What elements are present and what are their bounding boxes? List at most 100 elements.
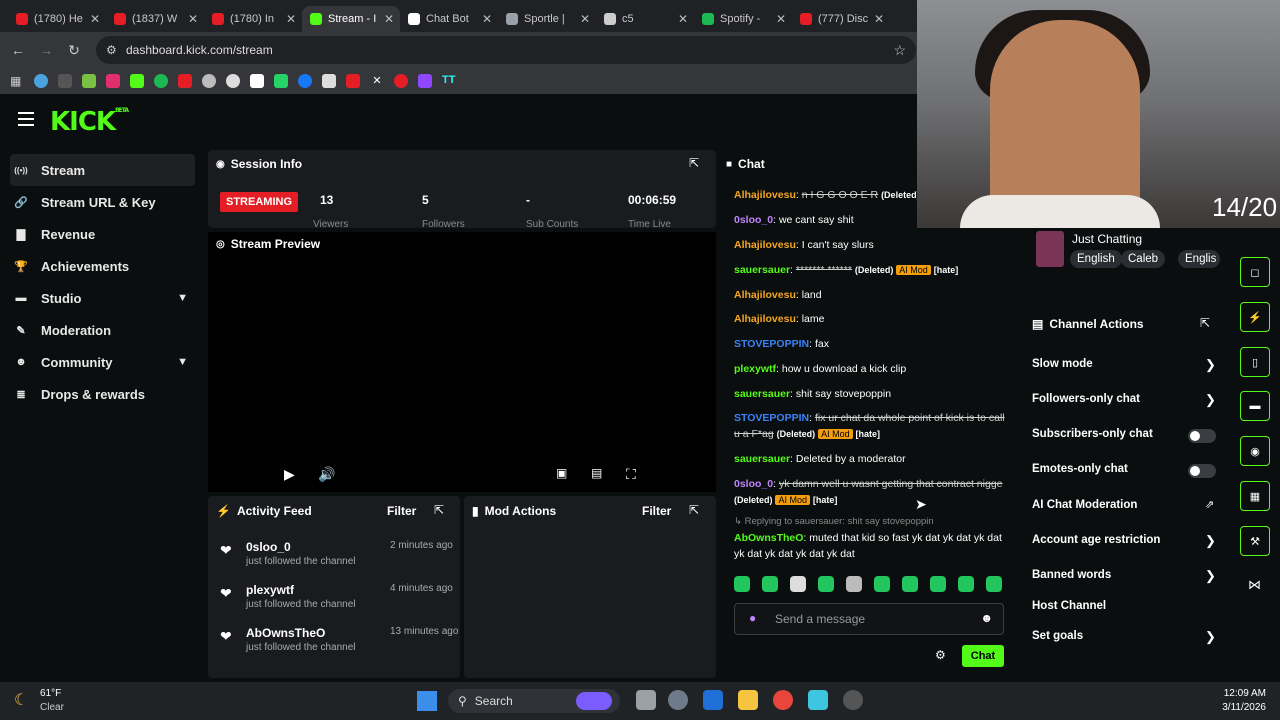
close-icon[interactable]: ✕ — [384, 12, 394, 26]
close-icon[interactable]: ✕ — [776, 12, 786, 26]
chevron-right-icon[interactable]: ❯ — [1205, 629, 1216, 645]
bookmark-icon[interactable] — [346, 74, 360, 88]
popout-icon[interactable]: ⇱ — [434, 503, 444, 517]
notes-icon[interactable]: ▯ — [1240, 347, 1270, 377]
sidebar-item-stream[interactable]: ((•)) Stream — [10, 154, 195, 186]
chat-username[interactable]: STOVEPOPPIN — [734, 412, 809, 424]
start-icon[interactable] — [417, 691, 437, 711]
share-icon[interactable]: ⋈ — [1248, 577, 1261, 593]
mic-icon[interactable]: ● — [749, 611, 756, 625]
bookmark-icon[interactable] — [178, 74, 192, 88]
bookmark-icon[interactable] — [106, 74, 120, 88]
category-tag[interactable]: Englis — [1178, 250, 1220, 268]
bookmark-icon[interactable] — [82, 74, 96, 88]
chat-username[interactable]: Alhajilovesu — [734, 189, 796, 201]
chat-username[interactable]: 0sloo_0 — [734, 478, 773, 490]
chat-username[interactable]: Alhajilovesu — [734, 313, 796, 325]
toggle-switch[interactable] — [1188, 429, 1216, 443]
emote-icon[interactable] — [930, 576, 946, 592]
notepad-icon[interactable] — [808, 690, 828, 710]
chrome-icon[interactable] — [773, 690, 793, 710]
clip-icon[interactable]: ◻ — [1240, 257, 1270, 287]
chat-message[interactable]: plexywtf: how u download a kick clip — [734, 361, 1006, 377]
kick-logo[interactable]: KICKBETA — [50, 107, 129, 137]
task-view-icon[interactable] — [636, 690, 656, 710]
category-name[interactable]: Just Chatting — [1072, 232, 1142, 246]
popout-icon[interactable]: ⇱ — [1200, 316, 1210, 330]
browser-tab[interactable]: (1780) He ✕ — [8, 6, 106, 32]
chat-icon[interactable]: ▬ — [1240, 391, 1270, 421]
channel-action-subscribers-only-chat[interactable]: Subscribers-only chat — [1032, 428, 1153, 440]
taskbar-search[interactable]: ⚲ Search — [448, 689, 620, 713]
chat-message[interactable]: 0sloo_0: yk damn well u wasnt getting th… — [734, 476, 1006, 508]
browser-tab[interactable]: Spotify - ✕ — [694, 6, 792, 32]
store-icon[interactable] — [703, 690, 723, 710]
sidebar-item-revenue[interactable]: ▇ Revenue — [0, 218, 200, 250]
broadcast-icon[interactable]: ◉ — [1240, 436, 1270, 466]
layout-icon[interactable]: ▦ — [1240, 481, 1270, 511]
browser-tab[interactable]: (1780) In ✕ — [204, 6, 302, 32]
chat-username[interactable]: Alhajilovesu — [734, 289, 796, 301]
wrench-icon[interactable]: ⚒ — [1240, 526, 1270, 556]
emoji-icon[interactable]: ☻ — [980, 611, 993, 625]
browser-tab[interactable]: (777) Disc ✕ — [792, 6, 890, 32]
volume-icon[interactable]: 🔊 — [318, 466, 335, 483]
channel-action-emotes-only-chat[interactable]: Emotes-only chat — [1032, 463, 1128, 475]
chat-message[interactable]: sauersauer: ******* ****** (Deleted) AI … — [734, 262, 1006, 278]
file-explorer-icon[interactable] — [738, 690, 758, 710]
close-icon[interactable]: ✕ — [678, 12, 688, 26]
app-icon[interactable] — [843, 690, 863, 710]
chat-message[interactable]: AbOwnsTheO: muted that kid so fast yk da… — [734, 530, 1006, 562]
sidebar-item-moderation[interactable]: ✎ Moderation — [0, 314, 200, 346]
category-tag[interactable]: English — [1070, 250, 1122, 268]
browser-tab[interactable]: Stream - I ✕ — [302, 6, 400, 32]
reload-icon[interactable]: ↻ — [60, 42, 88, 59]
chat-username[interactable]: 0sloo_0 — [734, 214, 773, 226]
bookmark-icon[interactable] — [58, 74, 72, 88]
send-chat-button[interactable]: Chat — [962, 645, 1004, 667]
close-icon[interactable]: ✕ — [874, 12, 884, 26]
channel-action-followers-only-chat[interactable]: Followers-only chat — [1032, 393, 1140, 405]
channel-action-slow-mode[interactable]: Slow mode — [1032, 358, 1093, 370]
browser-tab[interactable]: (1837) W ✕ — [106, 6, 204, 32]
toggle-switch[interactable] — [1188, 464, 1216, 478]
chat-username[interactable]: STOVEPOPPIN — [734, 338, 809, 350]
settings-app-icon[interactable] — [668, 690, 688, 710]
emote-icon[interactable] — [986, 576, 1002, 592]
chat-username[interactable]: sauersauer — [734, 453, 790, 465]
channel-action-set-goals[interactable]: Set goals — [1032, 630, 1083, 642]
close-icon[interactable]: ✕ — [90, 12, 100, 26]
play-icon[interactable]: ▶ — [284, 466, 295, 483]
bookmark-star-icon[interactable]: ☆ — [893, 42, 906, 59]
chat-username[interactable]: AbOwnsTheO — [734, 532, 803, 544]
chevron-right-icon[interactable]: ❯ — [1205, 568, 1216, 584]
bookmark-icon[interactable] — [394, 74, 408, 88]
chat-username[interactable]: Alhajilovesu — [734, 239, 796, 251]
chevron-right-icon[interactable]: ❯ — [1205, 533, 1216, 549]
sidebar-item-achievements[interactable]: 🏆 Achievements — [0, 250, 200, 282]
channel-action-banned-words[interactable]: Banned words — [1032, 569, 1111, 581]
emote-icon[interactable] — [902, 576, 918, 592]
back-icon[interactable]: ← — [4, 42, 32, 58]
chat-input[interactable]: ● Send a message ☻ — [734, 603, 1004, 635]
close-icon[interactable]: ✕ — [580, 12, 590, 26]
mini-player-icon[interactable]: ▣ — [556, 466, 567, 480]
bookmark-icon[interactable] — [418, 74, 432, 88]
chevron-down-icon[interactable]: ▼ — [177, 292, 188, 304]
chat-message[interactable]: Alhajilovesu: lame — [734, 311, 1006, 327]
activity-filter-button[interactable]: Filter — [387, 504, 416, 518]
emote-icon[interactable] — [762, 576, 778, 592]
external-link-icon[interactable]: ⇗ — [1205, 498, 1214, 511]
settings-gear-icon[interactable]: ⚙ — [935, 648, 946, 662]
flash-icon[interactable]: ⚡ — [1240, 302, 1270, 332]
apps-grid-icon[interactable]: ▦ — [10, 74, 24, 88]
bookmark-icon[interactable] — [298, 74, 312, 88]
emote-icon[interactable] — [818, 576, 834, 592]
bookmark-icon[interactable] — [250, 74, 264, 88]
popout-icon[interactable]: ⇱ — [689, 156, 699, 170]
sidebar-item-drops-rewards[interactable]: ≣ Drops & rewards — [0, 378, 200, 410]
chat-message[interactable]: STOVEPOPPIN: fix ur chat da whole point … — [734, 410, 1006, 442]
mod-filter-button[interactable]: Filter — [642, 504, 671, 518]
browser-tab[interactable]: Chat Bot ✕ — [400, 6, 498, 32]
emote-icon[interactable] — [846, 576, 862, 592]
